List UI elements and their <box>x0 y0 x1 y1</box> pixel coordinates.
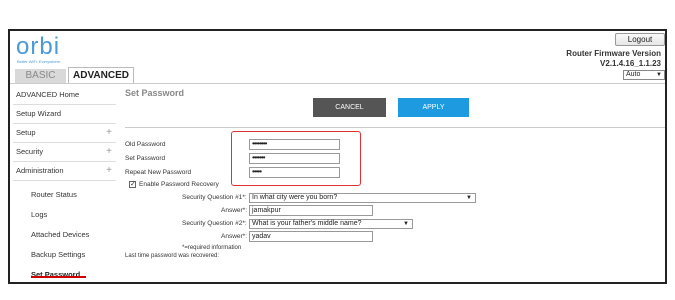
sidebar-item-label: Administration <box>16 166 64 175</box>
security-question-2-label: Security Question #2*: <box>182 220 247 227</box>
set-password-field[interactable]: ••••••• <box>249 153 340 164</box>
page-title: Set Password <box>125 88 185 98</box>
plus-icon[interactable]: + <box>106 143 112 161</box>
router-admin-window: orbi Better WiFi. Everywhere. Logout Rou… <box>8 29 667 284</box>
last-recovered-label: Last time password was recovered: <box>125 253 220 259</box>
active-item-underline <box>31 276 86 278</box>
sidebar-item-router-status[interactable]: Router Status <box>13 185 116 205</box>
firmware-title: Router Firmware Version <box>566 49 661 58</box>
answer-2-label: Answer*: <box>221 233 248 240</box>
chevron-down-icon: ▼ <box>403 221 409 227</box>
administration-submenu: Router Status Logs Attached Devices Back… <box>13 181 116 285</box>
plus-icon[interactable]: + <box>106 162 112 180</box>
check-icon: ✓ <box>130 181 136 188</box>
plus-icon[interactable]: + <box>106 124 112 142</box>
answer-2-field[interactable]: yadav <box>249 231 373 242</box>
old-password-field[interactable]: •••••••• <box>249 139 340 150</box>
sidebar-item-advanced-home[interactable]: ADVANCED Home <box>13 86 116 105</box>
logout-button[interactable]: Logout <box>615 33 665 46</box>
answer-1-field[interactable]: jamakpur <box>249 205 373 216</box>
chevron-down-icon: ▼ <box>656 72 662 78</box>
tab-basic[interactable]: BASIC <box>15 69 66 83</box>
tab-advanced[interactable]: ADVANCED <box>68 67 134 84</box>
language-select[interactable]: Auto ▼ <box>623 70 665 80</box>
sidebar-item-set-password[interactable]: Set Password <box>13 265 116 285</box>
sidebar-item-administration[interactable]: Administration + <box>13 162 116 181</box>
security-question-1-select[interactable]: In what city were you born? ▼ <box>249 193 476 203</box>
tab-divider <box>10 83 665 84</box>
sidebar-item-setup[interactable]: Setup + <box>13 124 116 143</box>
firmware-version: V2.1.4.16_1.1.23 <box>600 59 661 68</box>
sidebar-item-label: ADVANCED Home <box>16 90 80 99</box>
enable-recovery-label: Enable Password Recovery <box>139 181 219 188</box>
sidebar: ADVANCED Home Setup Wizard Setup + Secur… <box>13 86 116 285</box>
orbi-logo: orbi <box>16 33 61 60</box>
language-select-value: Auto <box>626 71 641 78</box>
security-question-2-value: What is your father's middle name? <box>252 220 362 227</box>
sidebar-item-security[interactable]: Security + <box>13 143 116 162</box>
security-question-1-value: In what city were you born? <box>252 194 338 201</box>
required-note: *=required information <box>182 245 242 251</box>
sidebar-item-label: Setup <box>16 128 36 137</box>
repeat-password-label: Repeat New Password <box>125 169 192 176</box>
old-password-label: Old Password <box>125 141 166 148</box>
cancel-button[interactable]: CANCEL <box>313 98 386 117</box>
set-password-label: Set Password <box>125 155 166 162</box>
security-question-2-select[interactable]: What is your father's middle name? ▼ <box>249 219 413 229</box>
sidebar-item-backup-settings[interactable]: Backup Settings <box>13 245 116 265</box>
repeat-password-field[interactable]: ••••• <box>249 167 340 178</box>
security-question-1-label: Security Question #1*: <box>182 194 247 201</box>
sidebar-item-setup-wizard[interactable]: Setup Wizard <box>13 105 116 124</box>
sidebar-item-label: Setup Wizard <box>16 109 62 118</box>
enable-recovery-checkbox[interactable]: ✓ <box>129 181 136 188</box>
sidebar-item-logs[interactable]: Logs <box>13 205 116 225</box>
answer-1-label: Answer*: <box>221 207 248 214</box>
sidebar-item-attached-devices[interactable]: Attached Devices <box>13 225 116 245</box>
apply-button[interactable]: APPLY <box>398 98 469 117</box>
sidebar-item-label: Security <box>16 147 44 156</box>
chevron-down-icon: ▼ <box>466 195 472 201</box>
logo-tagline: Better WiFi. Everywhere. <box>17 59 62 64</box>
main-divider <box>125 127 665 128</box>
